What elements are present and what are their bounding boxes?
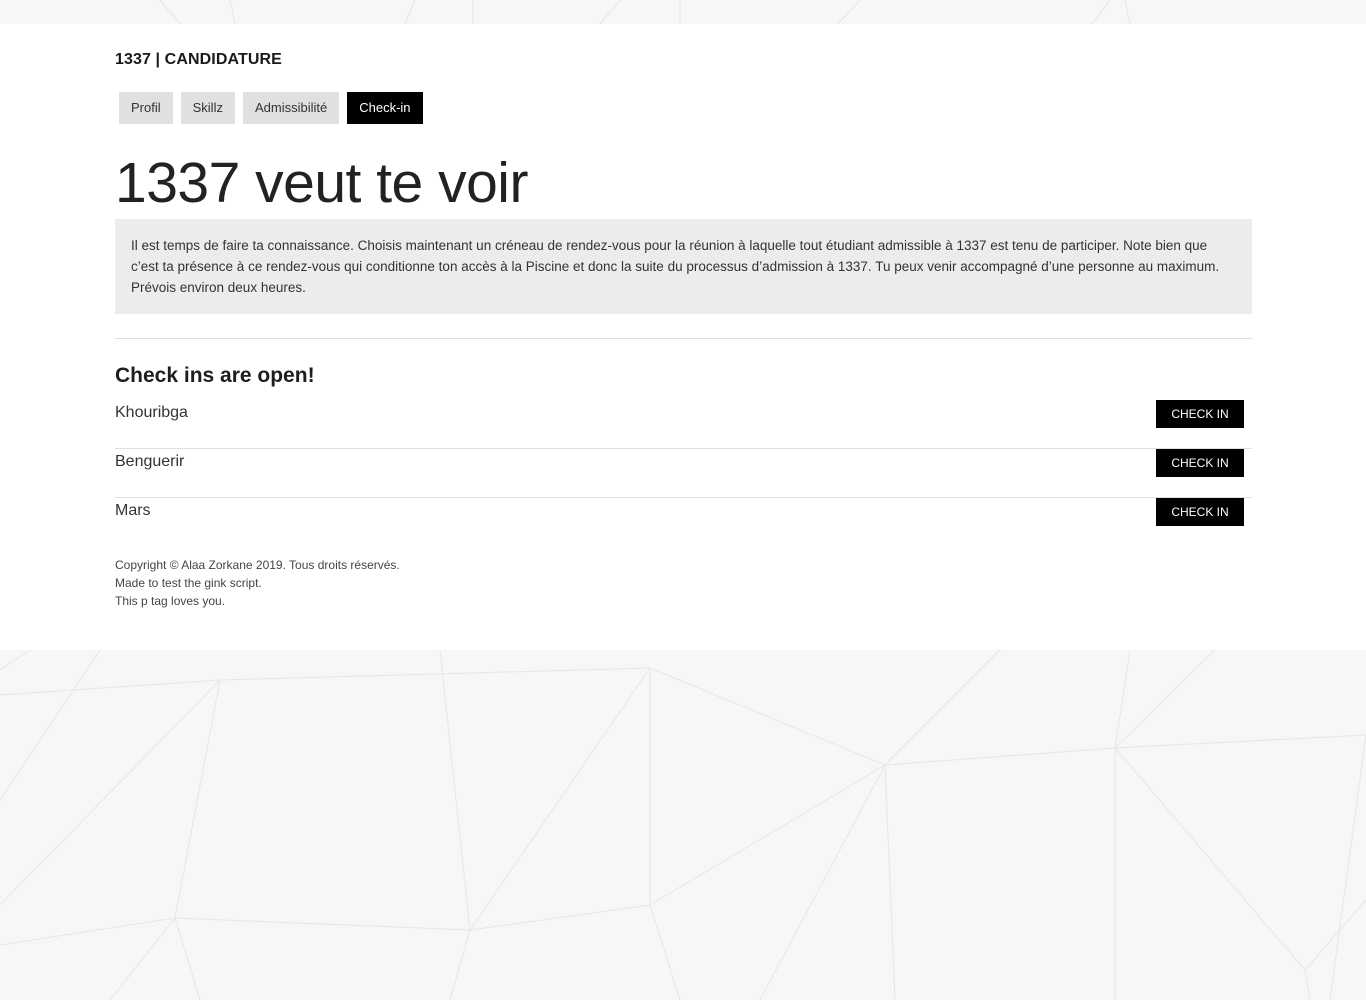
info-box: Il est temps de faire ta connaissance. C… bbox=[115, 219, 1252, 314]
location-row: Mars CHECK IN bbox=[115, 498, 1252, 547]
section-title: Check ins are open! bbox=[115, 364, 315, 387]
page-title: 1337 veut te voir bbox=[115, 151, 528, 215]
tab-bar: Profil Skillz Admissibilité Check-in bbox=[119, 92, 423, 124]
location-name: Khouribga bbox=[115, 404, 188, 421]
footer: Copyright © Alaa Zorkane 2019. Tous droi… bbox=[115, 556, 400, 610]
location-row: Benguerir CHECK IN bbox=[115, 449, 1252, 498]
check-in-button[interactable]: CHECK IN bbox=[1156, 449, 1244, 477]
tab-check-in[interactable]: Check-in bbox=[347, 92, 423, 124]
brand-title: 1337 | CANDIDATURE bbox=[115, 51, 282, 68]
check-in-button[interactable]: CHECK IN bbox=[1156, 400, 1244, 428]
content-sheet: 1337 | CANDIDATURE Profil Skillz Admissi… bbox=[0, 24, 1366, 650]
divider bbox=[115, 338, 1252, 339]
check-in-button[interactable]: CHECK IN bbox=[1156, 498, 1244, 526]
tab-admissibilite[interactable]: Admissibilité bbox=[242, 92, 340, 124]
footer-note: Made to test the gink script. bbox=[115, 576, 262, 590]
tab-profil[interactable]: Profil bbox=[119, 92, 173, 124]
location-row: Khouribga CHECK IN bbox=[115, 400, 1252, 449]
tab-skillz[interactable]: Skillz bbox=[180, 92, 235, 124]
location-name: Mars bbox=[115, 502, 151, 519]
location-name: Benguerir bbox=[115, 453, 185, 470]
footer-note: This p tag loves you. bbox=[115, 594, 226, 608]
copyright-text: Copyright © Alaa Zorkane 2019. Tous droi… bbox=[115, 558, 400, 572]
